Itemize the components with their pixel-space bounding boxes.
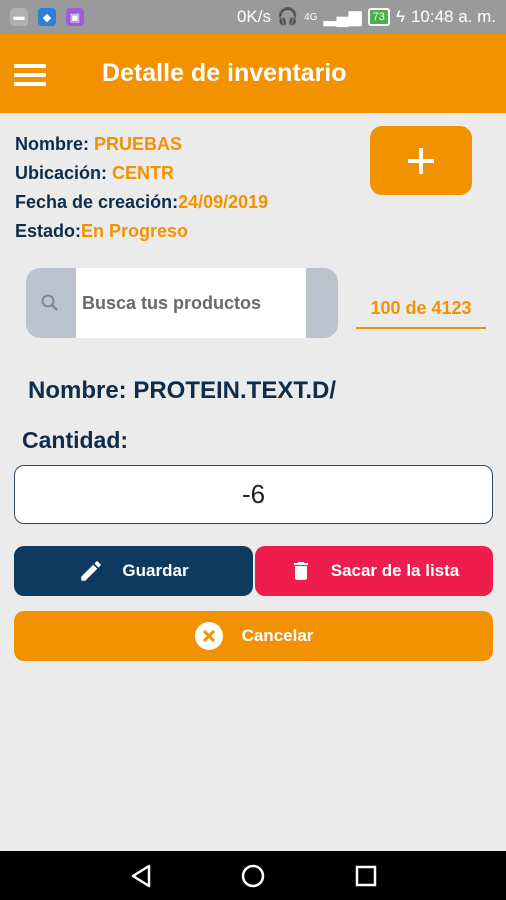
cancel-circle-icon	[194, 621, 224, 651]
remove-from-list-button[interactable]: Sacar de la lista	[255, 546, 493, 596]
pencil-icon	[78, 558, 104, 584]
product-counter: 100 de 4123	[356, 298, 486, 329]
product-name: Nombre: PROTEIN.TEXT.D/	[28, 377, 337, 404]
cancel-button[interactable]: Cancelar	[14, 611, 493, 661]
menu-icon[interactable]	[14, 64, 46, 86]
signal-icon: ▂▄▆	[323, 7, 362, 26]
app-notification-icon: ▬	[10, 8, 28, 26]
search-icon	[41, 294, 58, 311]
status-value: En Progreso	[81, 221, 189, 241]
recents-icon[interactable]	[353, 863, 379, 889]
network-speed: 0K/s	[236, 7, 271, 26]
save-label: Guardar	[122, 561, 189, 580]
inventory-name-row: Nombre: PRUEBAS	[15, 130, 268, 159]
inventory-date-row: Fecha de creación:24/09/2019	[15, 188, 268, 217]
location-value: CENTR	[112, 163, 175, 183]
charging-icon: ϟ	[395, 7, 405, 26]
network-type: 4G	[304, 11, 318, 23]
inventory-status-row: Estado:En Progreso	[15, 217, 268, 246]
date-label: Fecha de creación:	[15, 192, 179, 212]
system-nav-bar	[0, 851, 506, 900]
search-box	[26, 268, 338, 338]
gallery-icon: ▣	[66, 8, 84, 26]
status-label: Estado:	[15, 221, 82, 241]
quantity-input[interactable]	[14, 465, 493, 524]
headphones-icon: 🎧	[276, 7, 299, 26]
inventory-info: Nombre: PRUEBAS Ubicación: CENTR Fecha d…	[15, 130, 268, 246]
status-bar: ▬ ◆ ▣ 0K/s 🎧 4G ▂▄▆ 73 ϟ 10:48 a. m.	[0, 0, 506, 34]
quantity-label: Cantidad:	[22, 427, 129, 453]
back-icon[interactable]	[128, 863, 154, 889]
home-icon[interactable]	[240, 863, 266, 889]
remove-label: Sacar de la lista	[330, 561, 460, 580]
battery-icon: 73	[367, 8, 390, 26]
name-value: PRUEBAS	[94, 134, 183, 154]
location-label: Ubicación:	[15, 163, 108, 183]
name-label: Nombre:	[15, 134, 90, 154]
inventory-location-row: Ubicación: CENTR	[15, 159, 268, 188]
plus-icon	[408, 147, 434, 174]
date-value: 24/09/2019	[178, 192, 269, 212]
trash-icon	[289, 557, 313, 585]
page-title: Detalle de inventario	[102, 59, 347, 87]
cancel-label: Cancelar	[241, 626, 314, 645]
dropbox-icon: ◆	[38, 8, 56, 26]
save-button[interactable]: Guardar	[14, 546, 253, 596]
add-product-button[interactable]	[370, 126, 472, 195]
search-input[interactable]	[76, 268, 306, 338]
clock: 10:48 a. m.	[410, 7, 496, 26]
app-bar: Detalle de inventario	[0, 34, 506, 113]
